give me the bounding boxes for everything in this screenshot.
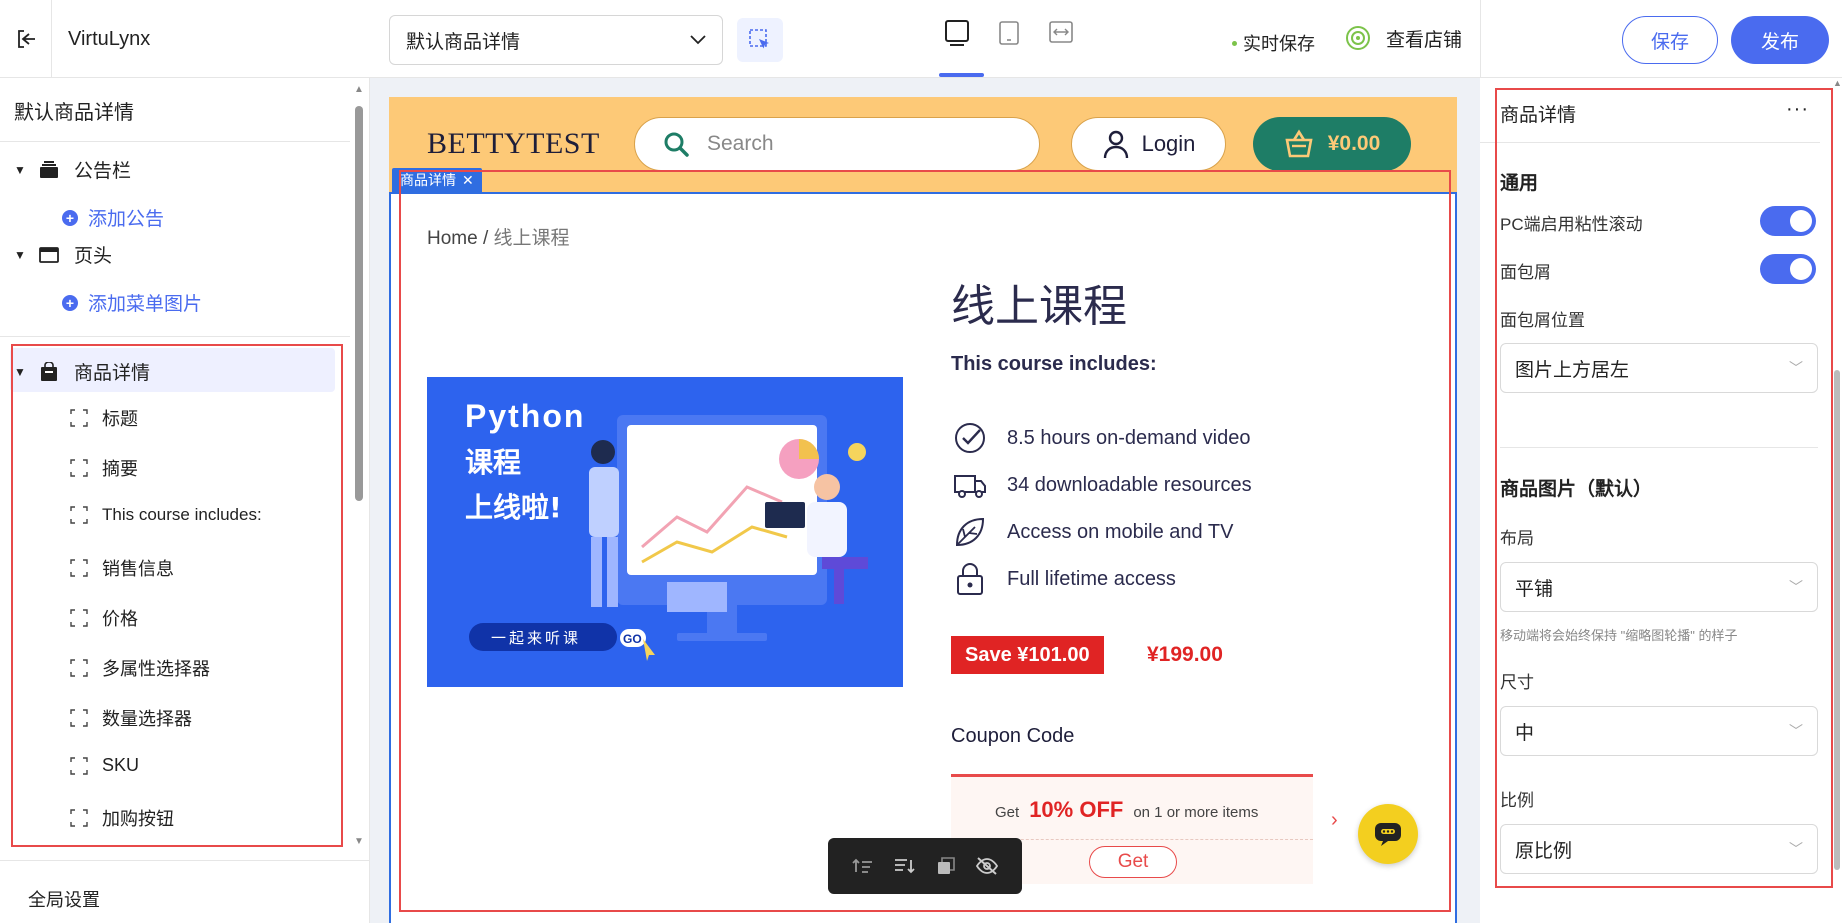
autosave-label: 实时保存 (1243, 34, 1315, 54)
settings-scrollbar[interactable]: ▲ (1833, 78, 1842, 923)
move-up-icon[interactable] (849, 852, 877, 880)
top-bar: VirtuLynx 默认商品详情 实时保存 查看店铺 保存 发布 (0, 0, 1842, 78)
tablet-view-button[interactable] (992, 18, 1026, 58)
settings-panel: 商品详情 ··· 通用 PC端启用粘性滚动 面包屑 面包屑位置 图片上方居左 ﹀… (1480, 78, 1842, 923)
active-device-indicator (939, 73, 984, 77)
tree-item-header[interactable]: ▼ 页头 (14, 241, 112, 268)
view-store-link[interactable]: 查看店铺 (1344, 24, 1462, 52)
expand-width-icon (1049, 21, 1073, 43)
add-menu-image-button[interactable]: + 添加菜单图片 (62, 289, 202, 316)
move-down-icon[interactable] (890, 852, 918, 880)
login-label: Login (1141, 131, 1196, 156)
plus-circle-icon: + (62, 209, 78, 226)
highlight-box (11, 344, 343, 847)
cart-button[interactable]: ¥0.00 (1253, 117, 1411, 171)
store-preview: BETTYTEST Search Login ¥0.00 商品详情 ✕ Home… (389, 97, 1457, 923)
store-search-input[interactable]: Search (634, 117, 1040, 171)
topbar-divider (1480, 0, 1481, 78)
block-toolbar (828, 838, 1022, 894)
scroll-up-icon[interactable]: ▲ (1833, 78, 1842, 88)
caret-down-icon[interactable]: ▼ (14, 248, 28, 262)
user-icon (1103, 130, 1128, 159)
divider (0, 141, 350, 142)
save-button[interactable]: 保存 (1622, 16, 1718, 64)
cursor-select-icon (749, 29, 769, 49)
duplicate-icon[interactable] (932, 852, 960, 880)
scroll-down-icon[interactable]: ▼ (354, 836, 364, 847)
app-name: VirtuLynx (68, 28, 151, 50)
search-placeholder: Search (707, 132, 774, 155)
exit-button[interactable] (0, 0, 52, 78)
chevron-down-icon (690, 35, 706, 45)
add-announcement-label: 添加公告 (88, 209, 165, 230)
add-menu-image-label: 添加菜单图片 (88, 294, 203, 315)
basket-icon (1285, 129, 1313, 158)
view-store-label: 查看店铺 (1386, 29, 1463, 51)
template-select-value: 默认商品详情 (406, 31, 521, 53)
plus-circle-icon: + (62, 294, 78, 311)
eye-off-icon[interactable] (973, 852, 1001, 880)
highlight-box (1495, 88, 1833, 888)
search-icon (664, 132, 689, 157)
fit-width-button[interactable] (1044, 18, 1078, 58)
desktop-icon (945, 20, 969, 46)
divider (0, 336, 350, 337)
store-logo-icon (1346, 26, 1370, 50)
divider (0, 860, 370, 861)
autosave-status[interactable]: 实时保存 (1232, 30, 1315, 56)
layers-panel: 默认商品详情 ▼ 公告栏 + 添加公告 ▼ 页头 + 添加菜单图片 ▼ 商品详情… (0, 78, 370, 923)
layers-panel-title: 默认商品详情 (14, 102, 134, 124)
tablet-icon (999, 21, 1019, 45)
store-logo[interactable]: BETTYTEST (427, 127, 600, 161)
tree-item-label: 公告栏 (74, 161, 132, 182)
publish-button[interactable]: 发布 (1731, 16, 1829, 64)
desktop-view-button[interactable] (940, 18, 974, 58)
exit-icon (17, 30, 35, 48)
login-button[interactable]: Login (1071, 117, 1226, 171)
editor-canvas: BETTYTEST Search Login ¥0.00 商品详情 ✕ Home… (370, 78, 1480, 923)
template-select[interactable]: 默认商品详情 (389, 15, 723, 65)
add-announcement-button[interactable]: + 添加公告 (62, 204, 164, 231)
global-settings-link[interactable]: 全局设置 (28, 886, 100, 912)
stack-icon (38, 159, 60, 181)
layers-scrollbar[interactable]: ▲ ▼ (352, 78, 366, 853)
element-picker-button[interactable] (737, 18, 783, 62)
scrollbar-thumb[interactable] (1834, 370, 1840, 870)
device-switcher (940, 18, 1078, 58)
window-icon (38, 244, 60, 266)
scroll-up-icon[interactable]: ▲ (354, 84, 364, 95)
status-dot-icon (1232, 40, 1237, 46)
caret-down-icon[interactable]: ▼ (14, 163, 28, 177)
tree-item-announcement-bar[interactable]: ▼ 公告栏 (14, 156, 131, 183)
cart-total: ¥0.00 (1327, 132, 1381, 155)
highlight-box (399, 170, 1451, 912)
scrollbar-thumb[interactable] (355, 106, 363, 501)
tree-item-label: 页头 (74, 246, 113, 267)
